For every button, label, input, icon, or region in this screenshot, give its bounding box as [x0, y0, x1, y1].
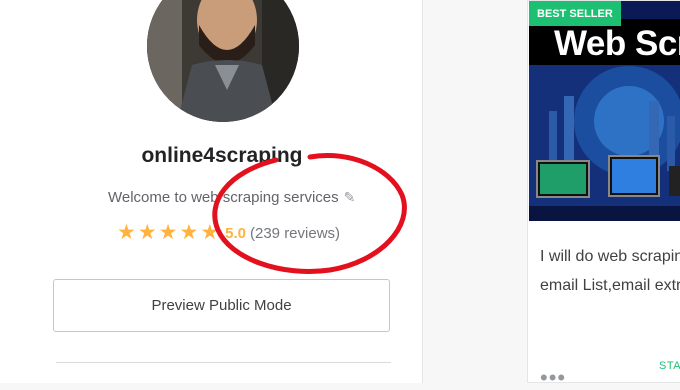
gig-card[interactable]: Web Scrap BEST SELLER [527, 0, 680, 383]
preview-public-mode-button[interactable]: Preview Public Mode [53, 279, 390, 332]
starting-price-label: STAR [659, 360, 680, 372]
gig-description-line: email List,email extrac [540, 277, 680, 294]
star-icon: ★ [158, 221, 178, 244]
pencil-icon[interactable]: ✎ [344, 189, 356, 206]
star-icon: ★ [117, 221, 136, 244]
star-icon: ★ [179, 221, 199, 244]
seller-profile-card: online4scraping Welcome to web scraping … [0, 0, 423, 383]
more-dots-icon[interactable]: ••• [540, 367, 566, 389]
seller-username: online4scraping [141, 144, 303, 167]
tagline-text: Welcome to web scraping services [108, 189, 339, 206]
star-icon: ★ [137, 221, 157, 244]
seller-tagline: Welcome to web scraping services ✎ [108, 189, 355, 206]
rating-row: ★ ★ ★ ★ ★ 5.0 (239 reviews) [117, 222, 340, 244]
seller-avatar[interactable] [147, 0, 299, 122]
gig-thumbnail[interactable]: Web Scrap BEST SELLER [529, 1, 680, 221]
gig-description[interactable]: I will do web scraping email List,email … [540, 242, 680, 300]
star-icon: ★ [200, 221, 220, 244]
best-seller-badge: BEST SELLER [529, 1, 621, 26]
gig-banner-title: Web Scrap [554, 24, 680, 63]
gig-description-line: I will do web scraping [540, 248, 680, 265]
rating-score: 5.0 [225, 224, 246, 242]
divider [56, 362, 391, 363]
review-count[interactable]: (239 reviews) [250, 225, 340, 242]
